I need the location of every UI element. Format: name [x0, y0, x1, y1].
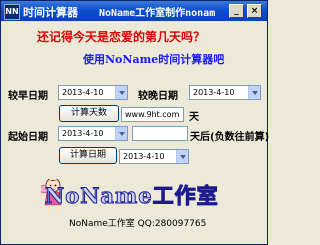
late-date-label: 较晚日期	[138, 91, 178, 102]
early-date-picker[interactable]: 2013-4-10	[58, 85, 128, 100]
window-title: 时间计算器	[23, 6, 78, 19]
brand-logo: NoName工作室	[45, 183, 219, 209]
title-bar[interactable]: NN 时间计算器 NoName工作室制作nonam _ ×	[1, 1, 267, 21]
close-button[interactable]: ×	[247, 4, 262, 18]
headline-slogan: 使用NoName时间计算器吧	[83, 53, 225, 66]
offset-unit-label: 天后(负数往前算)	[190, 132, 270, 143]
late-date-picker[interactable]: 2013-4-10	[189, 85, 261, 100]
app-icon[interactable]: NN	[4, 4, 20, 20]
main-window: NN 时间计算器 NoName工作室制作nonam _ × 还记得今天是恋爱的第…	[0, 0, 270, 245]
title-marquee: NoName工作室制作nonam	[99, 8, 216, 19]
chevron-down-icon[interactable]	[115, 127, 127, 140]
early-date-value: 2013-4-10	[62, 88, 104, 97]
footer-contact: NoName工作室 QQ:280097765	[69, 219, 207, 229]
chevron-down-icon[interactable]	[248, 86, 260, 99]
days-unit-label: 天	[189, 112, 199, 123]
days-result-field[interactable]: www.9ht.com	[121, 107, 184, 122]
chevron-down-icon[interactable]	[176, 150, 188, 163]
early-date-label: 较早日期	[8, 91, 48, 102]
calc-date-button[interactable]: 计算日期	[59, 147, 117, 164]
result-date-picker[interactable]: 2013-4-10	[119, 149, 189, 164]
start-date-label: 起始日期	[8, 132, 48, 143]
calc-days-button[interactable]: 计算天数	[59, 105, 119, 122]
result-date-value: 2013-4-10	[123, 152, 165, 161]
start-date-value: 2013-4-10	[62, 129, 104, 138]
late-date-value: 2013-4-10	[193, 88, 235, 97]
minimize-button[interactable]: _	[229, 4, 244, 18]
headline-question: 还记得今天是恋爱的第几天吗？	[37, 30, 206, 44]
chevron-down-icon[interactable]	[115, 86, 127, 99]
offset-days-field[interactable]	[132, 126, 188, 141]
start-date-picker[interactable]: 2013-4-10	[58, 126, 128, 141]
